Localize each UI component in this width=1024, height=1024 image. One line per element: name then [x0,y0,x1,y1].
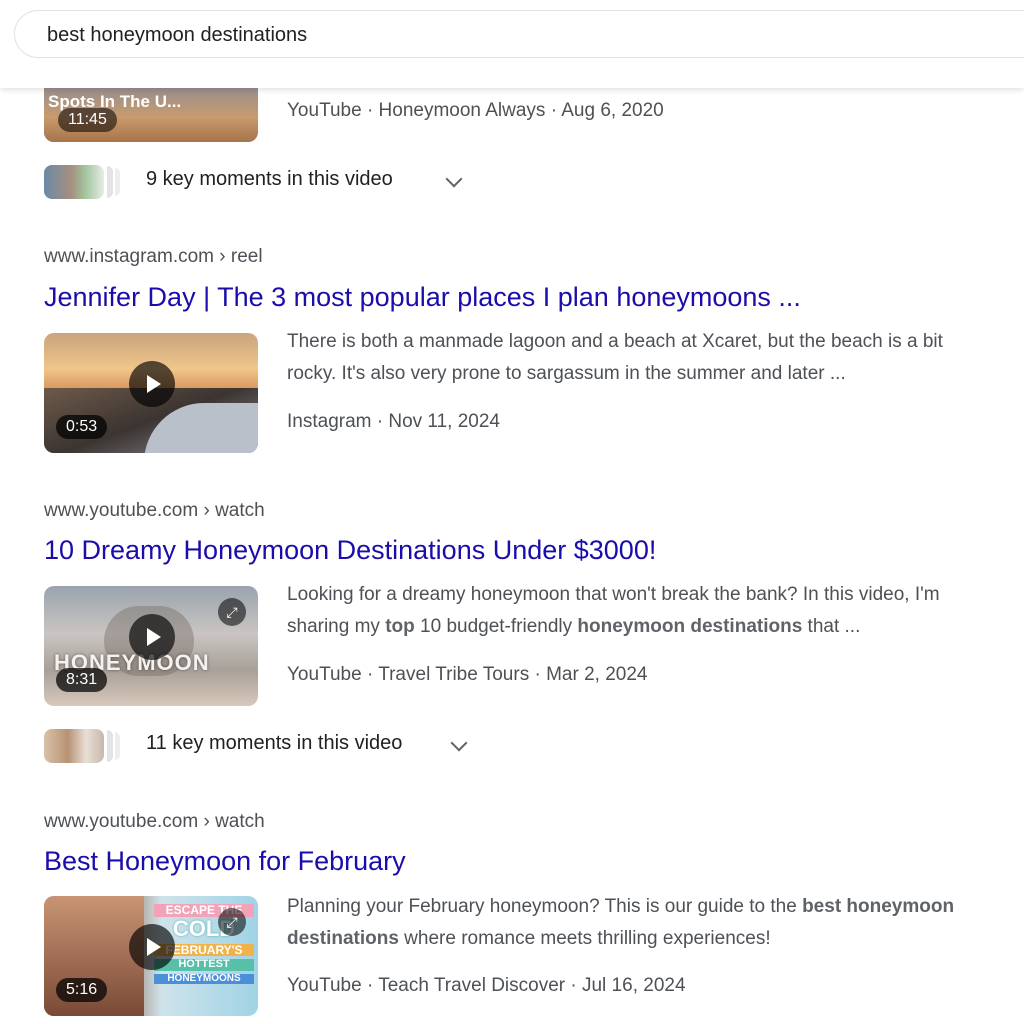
search-input[interactable] [45,21,949,49]
video-thumbnail[interactable]: 0:53 [44,333,258,453]
search-header [0,0,1024,88]
snippet-line: There is both a manmade lagoon and a bea… [287,331,943,352]
key-moments-row[interactable]: 9 key moments in this video [44,162,484,202]
snippet-line: Looking for a dreamy honeymoon that won'… [287,584,940,605]
video-duration: 5:16 [56,978,108,1002]
chevron-down-icon[interactable] [445,170,463,188]
video-duration: 8:31 [56,668,108,692]
result-source[interactable]: www.youtube.com › watch [44,811,265,833]
result-source[interactable]: www.instagram.com › reel [44,246,263,268]
video-duration: 0:53 [56,415,108,439]
result-title-link[interactable]: 10 Dreamy Honeymoon Destinations Under $… [44,535,656,566]
snippet-line: Planning your February honeymoon? This i… [287,896,955,917]
thumbnail-caption: HONEYMOONS [154,973,254,985]
thumbnail-stack [115,732,120,760]
play-icon[interactable] [129,924,175,970]
play-icon[interactable] [129,361,175,407]
video-thumbnail[interactable]: HONEYMOON ⤢ 8:31 [44,586,258,706]
result-snippet: There is both a manmade lagoon and a bea… [287,326,987,390]
snippet-line: destinations where romance meets thrilli… [287,928,771,949]
search-box[interactable] [14,10,1024,58]
snippet-line: rocky. It's also very prone to sargassum… [287,363,846,384]
video-thumbnail[interactable]: ESCAPE THE COLD FEBRUARY'S HOTTEST HONEY… [44,896,258,1016]
thumbnail-stack [107,166,113,198]
result-meta: YouTube · Honeymoon Always · Aug 6, 2020 [287,100,664,121]
expand-icon[interactable]: ⤢ [218,598,246,626]
result-meta: Instagram · Nov 11, 2024 [287,411,500,432]
result-meta: YouTube · Teach Travel Discover · Jul 16… [287,975,686,996]
chevron-down-icon[interactable] [450,734,468,752]
key-moment-thumbnail [44,165,104,199]
result-snippet: Planning your February honeymoon? This i… [287,891,987,955]
key-moments-label: 11 key moments in this video [146,732,403,754]
result-source[interactable]: www.youtube.com › watch [44,500,265,522]
result-title-link[interactable]: Jennifer Day | The 3 most popular places… [44,282,801,313]
key-moments-row[interactable]: 11 key moments in this video [44,726,484,766]
result-meta: YouTube · Travel Tribe Tours · Mar 2, 20… [287,664,648,685]
thumbnail-stack [107,730,113,762]
expand-icon[interactable]: ⤢ [218,908,246,936]
thumbnail-stack [115,168,120,196]
result-snippet: Looking for a dreamy honeymoon that won'… [287,579,987,643]
video-duration: 11:45 [58,108,117,132]
result-title-link[interactable]: Best Honeymoon for February [44,846,406,877]
key-moments-label: 9 key moments in this video [146,168,393,190]
key-moment-thumbnail [44,729,104,763]
play-icon[interactable] [129,614,175,660]
snippet-line: sharing my top 10 budget-friendly honeym… [287,616,861,637]
